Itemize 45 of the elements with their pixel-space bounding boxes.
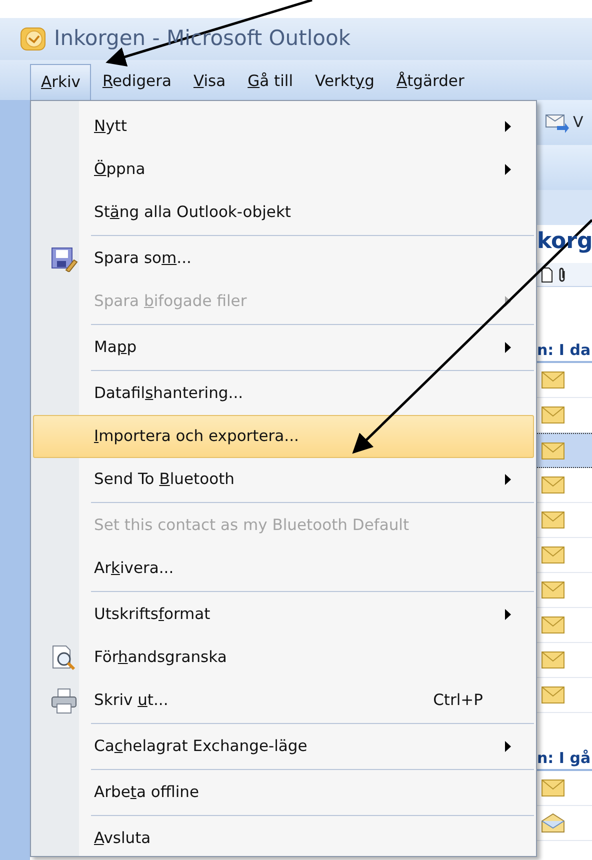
paperclip-icon xyxy=(557,266,567,282)
envelope-icon xyxy=(541,546,565,564)
pane-header-background xyxy=(537,190,592,225)
menu-bar-item[interactable]: Redigera xyxy=(91,62,182,100)
menu-item[interactable]: Stäng alla Outlook-objekt xyxy=(33,191,534,234)
menu-item[interactable]: Öppna xyxy=(33,148,534,191)
menu-item[interactable]: Spara som... xyxy=(33,237,534,280)
envelope-icon xyxy=(541,616,565,634)
envelope-arrow-icon xyxy=(545,112,569,134)
menu-item[interactable]: Avsluta xyxy=(33,817,534,860)
envelope-icon xyxy=(541,651,565,669)
shortcut-text: Ctrl+P xyxy=(433,690,483,711)
envelope-icon xyxy=(541,371,565,389)
menu-bar-item[interactable]: Åtgärder xyxy=(385,62,476,100)
envelope-icon xyxy=(541,581,565,599)
envelope-icon xyxy=(541,442,565,460)
envelope-icon xyxy=(541,476,565,494)
envelope-icon xyxy=(541,406,565,424)
highlighted-menu-item[interactable]: Importera och exportera... xyxy=(33,415,534,458)
menu-item[interactable]: Nytt xyxy=(33,105,534,148)
outlook-logo-icon xyxy=(20,27,46,51)
menu-item[interactable]: Mapp xyxy=(33,326,534,369)
menu-item[interactable]: Förhandsgranska xyxy=(33,636,534,679)
menu-bar-item[interactable]: Visa xyxy=(182,62,237,100)
menu-item[interactable]: Send To Bluetooth xyxy=(33,458,534,501)
selected-message-row[interactable] xyxy=(537,433,592,468)
envelope-icon xyxy=(541,779,565,797)
envelope-icon xyxy=(541,686,565,704)
menu-item[interactable]: Skriv ut... Ctrl+P xyxy=(33,679,534,722)
document-icon xyxy=(541,266,553,282)
print-preview-icon xyxy=(50,644,78,672)
open-envelope-icon xyxy=(541,813,565,833)
menu-item[interactable]: Cachelagrat Exchange-läge xyxy=(33,725,534,768)
toolbar-button[interactable]: V xyxy=(545,111,584,134)
menu-item[interactable]: Arkivera... xyxy=(33,547,534,590)
menu-item[interactable]: Arbeta offline xyxy=(33,771,534,814)
menu-item[interactable]: Datafilshantering... xyxy=(33,372,534,415)
menu-bar-item[interactable]: Arkiv xyxy=(30,64,92,100)
printer-icon xyxy=(50,686,78,714)
envelope-icon xyxy=(541,511,565,529)
menu-bar-item[interactable]: Gå till xyxy=(236,62,304,100)
toolbar xyxy=(537,145,592,190)
save-as-icon xyxy=(50,246,78,272)
menu-bar-item[interactable]: Verktyg xyxy=(304,62,386,100)
menu-item[interactable]: Utskriftsformat xyxy=(33,593,534,636)
